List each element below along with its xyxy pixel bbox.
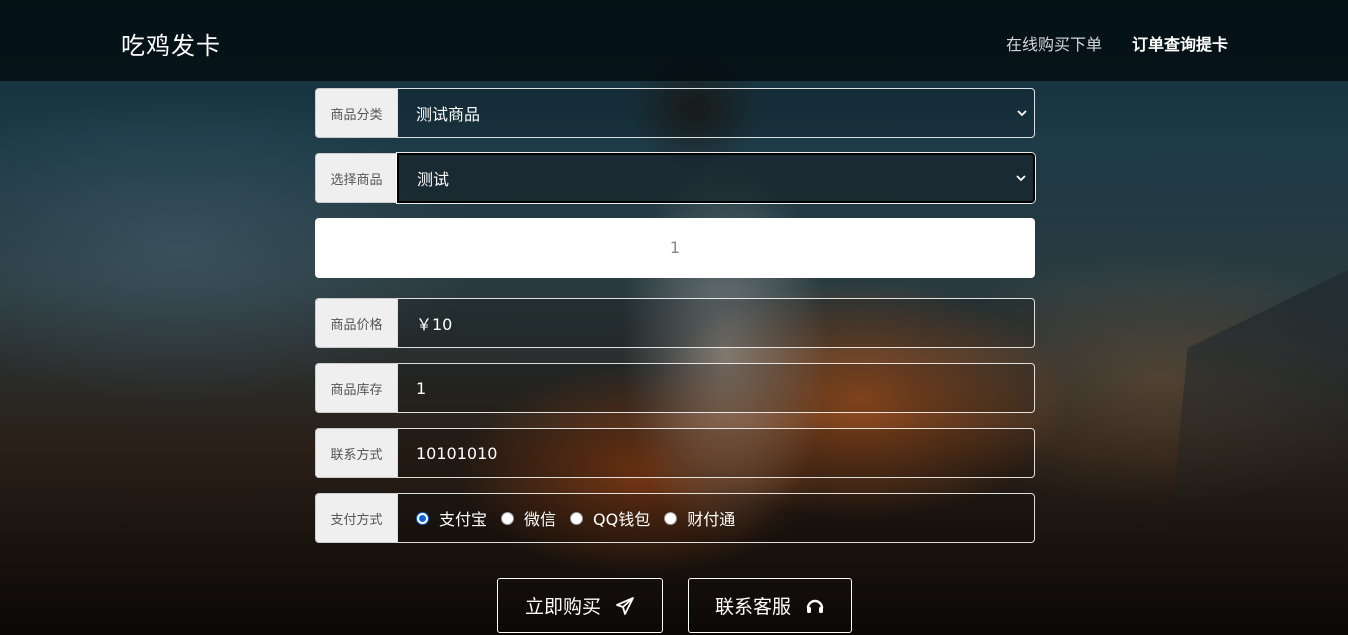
payment-option-alipay[interactable]: 支付宝 [416,506,487,530]
radio-unchecked-icon[interactable] [570,511,584,525]
buy-now-button[interactable]: 立即购买 [497,578,663,633]
payment-option-label: 财付通 [687,510,736,529]
payment-label: 支付方式 [315,493,397,543]
payment-option-wechat[interactable]: 微信 [501,506,556,530]
payment-option-label: 支付宝 [439,510,488,529]
product-label: 选择商品 [315,153,397,203]
paper-plane-icon [616,596,634,615]
payment-option-label: QQ钱包 [593,510,651,529]
chevron-down-icon [1016,175,1026,182]
payment-option-tenpay[interactable]: 财付通 [664,506,735,530]
contact-input[interactable]: 10101010 [397,428,1035,478]
category-select-value: 测试商品 [416,105,481,124]
price-value: ￥10 [397,298,1035,348]
stock-label: 商品库存 [315,363,397,413]
radio-unchecked-icon[interactable] [501,511,515,525]
contact-label: 联系方式 [315,428,397,478]
radio-unchecked-icon[interactable] [664,511,678,525]
background-tower [1170,270,1348,530]
payment-options: 支付宝 微信 QQ钱包 财付通 [397,493,1035,543]
category-select[interactable]: 测试商品 [397,88,1035,138]
product-row: 选择商品 测试 [315,153,1035,203]
stock-row: 商品库存 1 [315,363,1035,413]
site-brand[interactable]: 吃鸡发卡 [121,26,221,61]
contact-row: 联系方式 10101010 [315,428,1035,478]
nav-online-purchase[interactable]: 在线购买下单 [1006,31,1102,55]
product-select-value: 测试 [417,170,450,189]
buy-now-label: 立即购买 [524,596,601,618]
product-select[interactable]: 测试 [397,153,1035,203]
payment-option-label: 微信 [524,510,557,529]
payment-option-qqwallet[interactable]: QQ钱包 [570,506,650,530]
chevron-down-icon [1017,110,1027,117]
price-label: 商品价格 [315,298,397,348]
price-row: 商品价格 ￥10 [315,298,1035,348]
headset-icon [806,599,824,613]
category-row: 商品分类 测试商品 [315,88,1035,138]
radio-checked-icon[interactable] [416,511,429,525]
contact-service-button[interactable]: 联系客服 [688,578,852,633]
quantity-input[interactable]: 1 [315,218,1035,278]
contact-service-label: 联系客服 [714,596,791,618]
nav-order-query[interactable]: 订单查询提卡 [1132,31,1228,55]
category-label: 商品分类 [315,88,397,138]
payment-row: 支付方式 支付宝 微信 QQ钱包 财付通 [315,493,1035,543]
top-navbar: 吃鸡发卡 在线购买下单 订单查询提卡 [0,0,1348,81]
stock-value: 1 [397,363,1035,413]
